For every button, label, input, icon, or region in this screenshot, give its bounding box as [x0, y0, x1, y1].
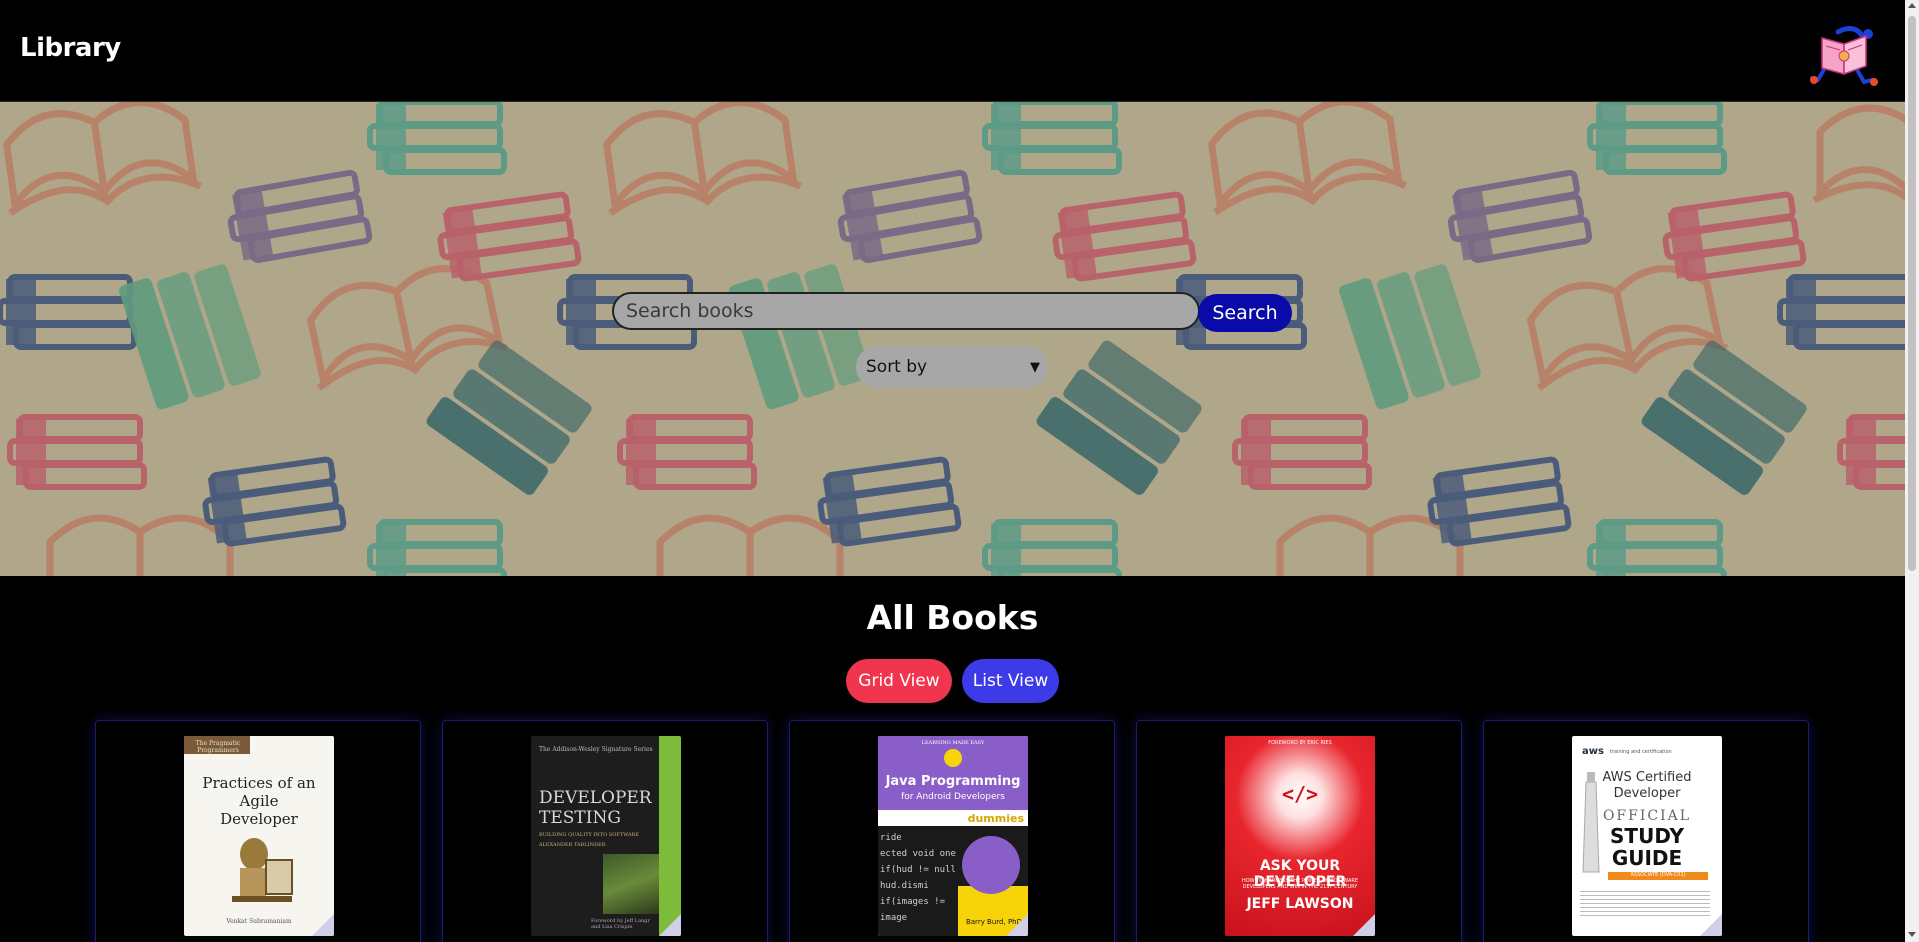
scroll-down-arrow-icon[interactable]: [1908, 932, 1916, 937]
book-card[interactable]: aws training and certification AWS Certi…: [1483, 720, 1809, 942]
section-title: All Books: [866, 598, 1039, 637]
book-cover[interactable]: aws training and certification AWS Certi…: [1572, 736, 1722, 936]
page-curl: [659, 914, 681, 936]
page-curl: [312, 914, 334, 936]
book-title-line: Java Programming: [885, 774, 1021, 789]
code-symbol-icon: </>: [1281, 782, 1319, 806]
book-cover[interactable]: The Pragmatic Programmers Practices of a…: [184, 736, 334, 936]
book-subtitle: HOW TO HARNESS THE POWER OF SOFTWARE DEV…: [1241, 878, 1359, 890]
search-button[interactable]: Search: [1198, 294, 1292, 332]
code-line: ride: [880, 833, 902, 843]
code-line: image: [880, 913, 908, 923]
search-input[interactable]: [612, 292, 1200, 330]
book-card[interactable]: The Addison-Wesley Signature Series DEVE…: [442, 720, 768, 942]
page-curl: [1700, 914, 1722, 936]
scrollbar[interactable]: [1905, 0, 1919, 942]
page-curl: [1353, 914, 1375, 936]
aws-logo-subtitle: training and certification: [1610, 749, 1672, 755]
book-cover[interactable]: FOREWORD BY ERIC RIES </> ASK YOUR DEVEL…: [1225, 736, 1375, 936]
illustration-icon: [232, 838, 293, 902]
lighthouse-icon: [1582, 772, 1600, 873]
code-line: if(hud != null: [880, 865, 956, 875]
library-page: Library Search books Search Sort by ▼ Al…: [0, 0, 1905, 942]
code-snippet: ride ected void one if(hud != null hud.d…: [880, 830, 956, 926]
code-line: hud.dismi: [880, 881, 929, 891]
book-card[interactable]: LEARNING MADE EASY Java Programming for …: [789, 720, 1115, 942]
book-cover[interactable]: LEARNING MADE EASY Java Programming for …: [878, 736, 1028, 936]
cover-fine-print: [1580, 888, 1710, 918]
book-title-line: Practices of an: [202, 774, 316, 792]
grid-view-button[interactable]: Grid View: [846, 659, 952, 703]
app-brand[interactable]: Library: [20, 33, 121, 63]
book-author: JEFF LAWSON: [1246, 896, 1354, 912]
book-title-line: Agile: [239, 792, 279, 810]
code-line: ected void one: [880, 849, 956, 859]
book-series: LEARNING MADE EASY: [921, 740, 985, 746]
book-title-line: Developer: [220, 810, 298, 828]
book-series: The Addison-Wesley Signature Series: [539, 746, 653, 753]
publisher-badge-text: The Pragmatic Programmers: [195, 740, 241, 754]
top-header: Library: [0, 0, 1905, 102]
exam-band-text: ASSOCIATE (DVA-C01): [1630, 872, 1686, 878]
dummies-logo-icon: [944, 749, 962, 767]
book-title-line: DEVELOPER: [539, 788, 652, 808]
books-pattern-icon: [0, 102, 1905, 576]
cover-stripe: [659, 736, 681, 936]
book-title-line: TESTING: [539, 808, 621, 828]
book-author: ALEXANDER TARLINDER: [539, 842, 606, 848]
cover-photo: [603, 854, 659, 914]
scrollbar-thumb[interactable]: [1908, 16, 1916, 571]
list-view-button[interactable]: List View: [962, 659, 1059, 703]
book-tagline: FOREWORD BY ERIC RIES: [1268, 740, 1332, 746]
book-brand: dummies: [967, 812, 1024, 825]
book-title-line: for Android Developers: [901, 792, 1005, 802]
page-curl: [1006, 914, 1028, 936]
cover-circle: [962, 836, 1020, 894]
book-cover[interactable]: The Addison-Wesley Signature Series DEVE…: [531, 736, 681, 936]
reading-mascot-icon[interactable]: [1808, 24, 1882, 90]
sort-select[interactable]: Sort by: [856, 346, 1048, 388]
code-line: if(images !=: [880, 897, 946, 907]
scroll-up-arrow-icon[interactable]: [1908, 3, 1916, 8]
book-foreword: Foreword by Jeff Langr and Lisa Crispin: [591, 918, 650, 930]
book-card[interactable]: FOREWORD BY ERIC RIES </> ASK YOUR DEVEL…: [1136, 720, 1462, 942]
hero-banner: Search Sort by ▼: [0, 102, 1905, 576]
book-subtitle: BUILDING QUALITY INTO SOFTWARE: [539, 832, 640, 838]
book-card[interactable]: The Pragmatic Programmers Practices of a…: [95, 720, 421, 942]
aws-logo-icon: aws: [1582, 746, 1604, 757]
